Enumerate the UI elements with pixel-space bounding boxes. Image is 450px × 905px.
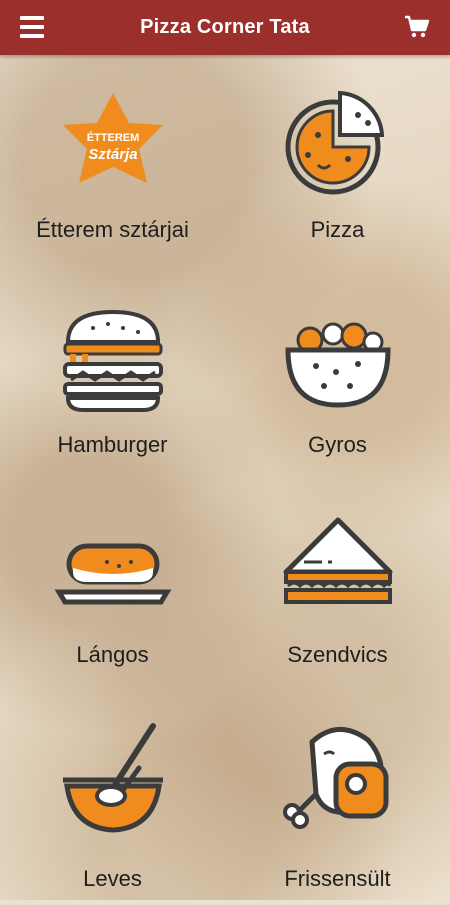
category-label: Lángos	[76, 642, 149, 667]
gyros-icon	[284, 322, 391, 408]
star-badge-icon: ÉTTEREM Sztárja	[62, 93, 163, 183]
category-hamburger[interactable]: Hamburger	[0, 270, 225, 485]
badge-line1: ÉTTEREM	[86, 131, 139, 144]
category-label: Hamburger	[57, 432, 168, 457]
langos-icon	[54, 543, 171, 605]
category-steak[interactable]: Frissensült	[225, 690, 450, 905]
category-langos[interactable]: Lángos	[0, 480, 225, 695]
category-label: Leves	[83, 866, 142, 891]
category-label: Pizza	[310, 217, 365, 242]
app-title: Pizza Corner Tata	[140, 16, 310, 38]
badge-line2: Sztárja	[88, 146, 137, 163]
app-header: Pizza Corner Tata	[0, 0, 450, 55]
category-label: Étterem sztárjai	[36, 217, 189, 242]
category-label: Gyros	[308, 432, 367, 457]
category-soup[interactable]: Leves	[0, 690, 225, 905]
category-grid: ÉTTEREM Sztárja Étterem sztárjai Pizza H…	[0, 55, 450, 900]
hamburger-icon	[62, 309, 163, 412]
category-gyros[interactable]: Gyros	[225, 270, 450, 485]
category-sandwich[interactable]: Szendvics	[225, 480, 450, 695]
category-label: Szendvics	[287, 642, 388, 667]
category-label: Frissensült	[284, 866, 391, 891]
soup-icon	[62, 723, 163, 833]
sandwich-icon	[283, 517, 392, 604]
category-restaurant-stars[interactable]: ÉTTEREM Sztárja Étterem sztárjai	[0, 55, 225, 270]
hamburger-menu-icon[interactable]	[20, 16, 44, 38]
shopping-cart-icon[interactable]	[404, 15, 430, 39]
category-pizza[interactable]: Pizza	[225, 55, 450, 270]
steak-icon	[282, 727, 388, 829]
pizza-icon	[285, 90, 384, 195]
